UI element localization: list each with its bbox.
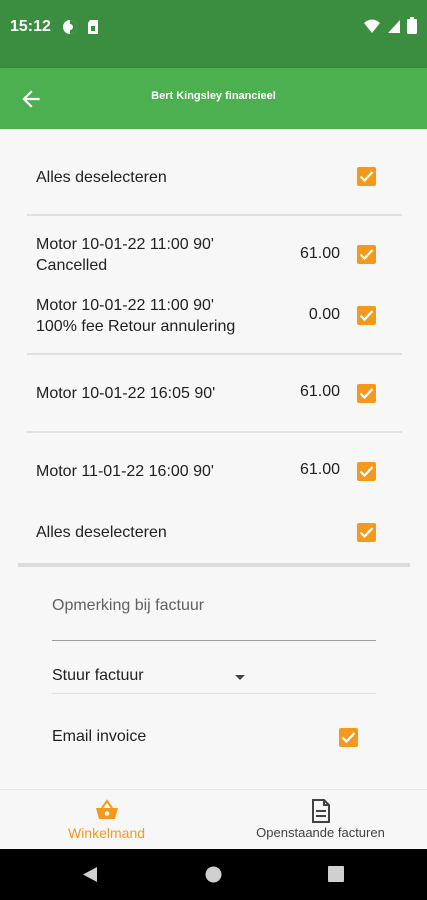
send-invoice-value: Stuur factuur [52, 667, 144, 684]
nav-tab-cart[interactable]: Winkelmand [0, 790, 213, 850]
invoice-selection-list: Alles deselecteren Motor 10-01-22 11:00 … [0, 129, 427, 789]
status-bar: 15:12 [0, 0, 427, 68]
item-checkbox[interactable] [357, 462, 376, 481]
check-icon [359, 466, 374, 478]
bottom-navigation: Winkelmand Openstaande facturen [0, 789, 427, 849]
dropdown-arrow-icon [235, 675, 245, 680]
select-all-label: Alles deselecteren [36, 169, 167, 186]
check-icon [359, 249, 374, 261]
status-time: 15:12 [10, 18, 51, 35]
data-saver-icon [63, 20, 77, 34]
divider [27, 431, 402, 433]
check-icon [341, 732, 356, 744]
item-amount: 0.00 [308, 306, 340, 323]
send-invoice-select[interactable]: Stuur factuur [52, 652, 376, 694]
nav-recents-icon[interactable] [328, 866, 344, 882]
item-line2: Cancelled [36, 257, 108, 274]
wifi-icon [364, 19, 380, 33]
battery-icon [407, 17, 417, 34]
page-title: Bert Kingsley financieel [151, 90, 276, 102]
select-all-checkbox-top[interactable] [357, 167, 376, 186]
item-line2: 100% fee Retour annulering [36, 318, 236, 335]
section-divider [18, 563, 410, 567]
nav-tab-cart-label: Winkelmand [67, 825, 146, 841]
nav-back-icon[interactable] [82, 866, 98, 883]
email-invoice-checkbox[interactable] [339, 728, 358, 747]
shopping-basket-icon [95, 799, 118, 819]
item-line1: Motor 10-01-22 11:00 90' [36, 297, 214, 314]
item-amount: 61.00 [299, 383, 340, 400]
select-all-label: Alles deselecteren [36, 524, 167, 541]
remark-input[interactable]: Opmerking bij factuur [52, 584, 376, 641]
select-all-checkbox-bottom[interactable] [357, 523, 376, 542]
check-icon [359, 527, 374, 539]
item-amount: 61.00 [299, 245, 340, 262]
item-checkbox[interactable] [357, 245, 376, 264]
status-system-icons [363, 17, 417, 34]
remark-placeholder: Opmerking bij factuur [52, 597, 205, 614]
signal-icon [388, 19, 400, 33]
check-icon [359, 171, 374, 183]
nav-tab-open-invoices-label: Openstaande facturen [256, 825, 385, 840]
divider [27, 353, 402, 355]
check-icon [359, 388, 374, 400]
item-line1: Motor 11-01-22 16:00 90' [36, 463, 214, 480]
document-icon [311, 799, 330, 823]
item-checkbox[interactable] [357, 306, 376, 325]
nav-home-icon[interactable] [205, 866, 222, 883]
check-icon [359, 310, 374, 322]
app-bar: Bert Kingsley financieel [0, 68, 427, 129]
item-amount: 61.00 [299, 461, 340, 478]
item-line1: Motor 10-01-22 11:00 90' [36, 236, 214, 253]
item-line1: Motor 10-01-22 16:05 90' [36, 385, 216, 402]
nav-tab-open-invoices[interactable]: Openstaande facturen [214, 790, 427, 850]
divider [27, 214, 402, 216]
status-notification-icons [62, 19, 100, 35]
system-navigation-bar [0, 849, 427, 900]
item-checkbox[interactable] [357, 384, 376, 403]
sim-card-icon [88, 20, 98, 34]
email-invoice-label: Email invoice [52, 728, 147, 745]
